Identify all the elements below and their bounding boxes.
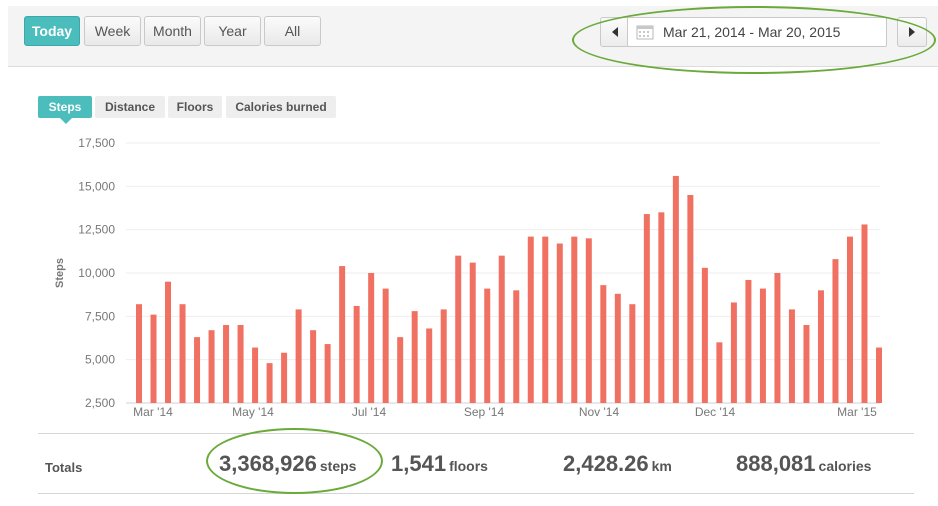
y-tick-label: 7,500 bbox=[85, 309, 115, 323]
bar bbox=[788, 309, 795, 403]
total-distance-value: 2,428.26 bbox=[563, 451, 649, 476]
bar bbox=[382, 288, 389, 403]
bar bbox=[876, 347, 882, 403]
bar bbox=[513, 290, 520, 403]
bar bbox=[266, 363, 273, 403]
bar bbox=[745, 279, 752, 403]
y-tick-label: 15,000 bbox=[78, 179, 115, 193]
x-tick-label: Jul '14 bbox=[352, 405, 387, 419]
bar bbox=[817, 290, 824, 403]
bar bbox=[542, 236, 549, 403]
bar bbox=[658, 212, 665, 403]
bar bbox=[411, 311, 418, 403]
bar bbox=[774, 273, 781, 403]
bar bbox=[281, 352, 288, 403]
bar bbox=[527, 236, 534, 403]
totals-bottom-divider bbox=[38, 493, 914, 494]
bar bbox=[194, 337, 201, 403]
y-tick-label: 12,500 bbox=[78, 223, 115, 237]
bar bbox=[861, 224, 868, 403]
bar bbox=[759, 288, 766, 403]
bar bbox=[237, 325, 244, 403]
bar bbox=[223, 325, 230, 403]
bar bbox=[846, 236, 853, 403]
bar bbox=[397, 337, 404, 403]
bar bbox=[455, 255, 462, 403]
bar bbox=[179, 304, 186, 403]
x-tick-label: Sep '14 bbox=[464, 405, 505, 419]
bar bbox=[585, 238, 592, 403]
bar bbox=[208, 330, 215, 403]
bar bbox=[556, 243, 563, 403]
bar bbox=[150, 314, 157, 403]
total-floors-value: 1,541 bbox=[391, 451, 447, 476]
bar bbox=[687, 195, 694, 403]
bar bbox=[803, 325, 810, 403]
bar bbox=[643, 214, 650, 403]
bar bbox=[469, 262, 476, 403]
bar bbox=[672, 175, 679, 403]
bar bbox=[252, 347, 259, 403]
total-floors-unit: floors bbox=[449, 458, 488, 474]
x-tick-label: Nov '14 bbox=[579, 405, 620, 419]
bar bbox=[310, 330, 317, 403]
total-calories-unit: calories bbox=[818, 458, 872, 474]
totals-top-divider bbox=[38, 433, 914, 434]
x-tick-label: Mar '14 bbox=[133, 405, 173, 419]
total-floors: 1,541 floors bbox=[391, 451, 488, 477]
steps-bar-chart: 17,500 15,000 12,500 10,000 7,500 5,000 2,500 S… bbox=[54, 136, 882, 419]
bar bbox=[701, 267, 708, 403]
x-tick-label: May '14 bbox=[232, 405, 274, 419]
x-tick-label: Mar '15 bbox=[837, 405, 877, 419]
bar bbox=[136, 304, 142, 403]
y-tick-label: 10,000 bbox=[78, 266, 115, 280]
bar bbox=[629, 304, 636, 403]
bar bbox=[324, 344, 331, 403]
bar bbox=[368, 273, 375, 403]
totals-label: Totals bbox=[45, 460, 83, 475]
bar bbox=[716, 342, 723, 403]
bar bbox=[484, 288, 491, 403]
bar bbox=[571, 236, 578, 403]
total-steps-highlight-annotation bbox=[206, 428, 383, 494]
bar bbox=[426, 328, 433, 403]
bar bbox=[165, 281, 172, 403]
total-distance-unit: km bbox=[651, 458, 672, 474]
y-tick-label: 17,500 bbox=[78, 136, 115, 150]
total-calories-value: 888,081 bbox=[736, 451, 816, 476]
y-tick-label: 2,500 bbox=[85, 396, 115, 410]
x-tick-label: Dec '14 bbox=[695, 405, 736, 419]
total-calories: 888,081 calories bbox=[736, 451, 871, 477]
bar bbox=[730, 302, 737, 403]
total-distance: 2,428.26 km bbox=[563, 451, 672, 477]
bar bbox=[440, 309, 447, 403]
y-axis-label: Steps bbox=[54, 258, 66, 288]
bar bbox=[295, 309, 302, 403]
y-tick-label: 5,000 bbox=[85, 353, 115, 367]
bar bbox=[832, 259, 839, 403]
bar bbox=[498, 255, 505, 403]
bar bbox=[339, 266, 346, 403]
bar bbox=[353, 305, 360, 403]
bar bbox=[614, 293, 621, 403]
bar bbox=[600, 285, 607, 403]
